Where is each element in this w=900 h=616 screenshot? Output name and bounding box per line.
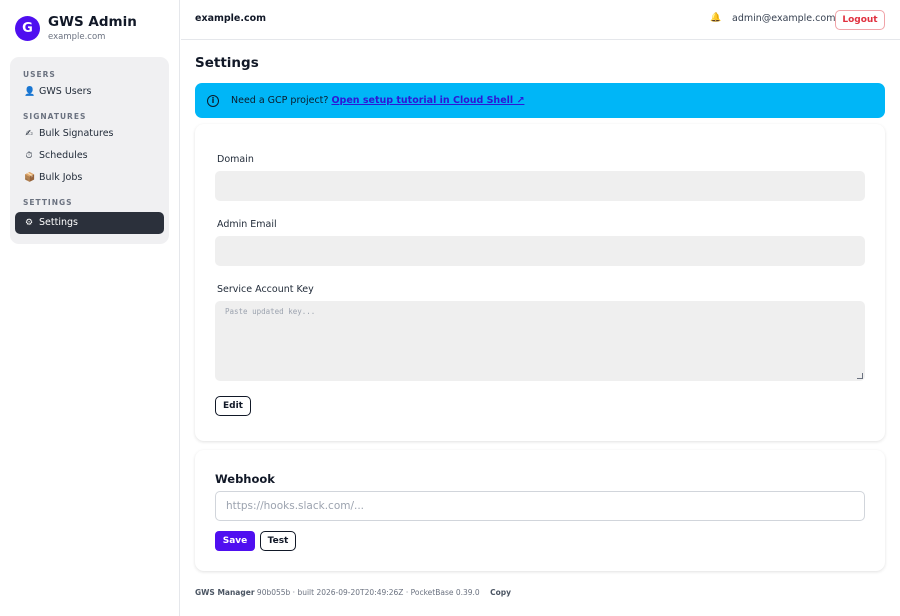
logout-button[interactable]: Logout xyxy=(835,10,885,30)
nav-section-users: USERS xyxy=(23,70,56,79)
sidebar-item-label: Schedules xyxy=(39,150,88,161)
webhook-url-input[interactable]: https://hooks.slack.com/... xyxy=(215,491,865,521)
sidebar-item-gws-users[interactable]: 👤 GWS Users xyxy=(15,81,164,103)
sidebar-item-schedules[interactable]: ⏱ Schedules xyxy=(15,145,164,167)
nav-section-signatures: SIGNATURES xyxy=(23,112,87,121)
page-title: Settings xyxy=(195,55,259,71)
domain-label: Domain xyxy=(217,154,254,165)
webhook-url-placeholder: https://hooks.slack.com/... xyxy=(226,500,365,512)
service-account-key-placeholder: Paste updated key... xyxy=(225,307,316,316)
copy-button[interactable]: Copy xyxy=(490,588,511,597)
service-account-key-label: Service Account Key xyxy=(217,284,314,295)
footer-app-name: GWS Manager xyxy=(195,588,255,597)
test-button[interactable]: Test xyxy=(260,531,296,551)
clock-icon: ⏱ xyxy=(25,151,33,161)
sidebar-item-label: Bulk Jobs xyxy=(39,172,83,183)
sidebar-item-bulk-jobs[interactable]: 📦 Bulk Jobs xyxy=(15,167,164,189)
signature-icon: ✍ xyxy=(25,129,33,139)
footer: GWS Manager 90b055b · built 2026-09-20T2… xyxy=(195,588,511,597)
info-icon: i xyxy=(207,94,219,107)
cloud-shell-tutorial-link[interactable]: Open setup tutorial in Cloud Shell ↗ xyxy=(331,95,524,106)
sidebar-nav: USERS 👤 GWS Users SIGNATURES ✍ Bulk Sign… xyxy=(10,57,169,244)
bell-icon[interactable]: 🔔 xyxy=(710,13,721,23)
nav-section-settings: SETTINGS xyxy=(23,198,73,207)
brand-subtitle: example.com xyxy=(48,32,106,42)
workspace-settings-card: Domain Admin Email Service Account Key P… xyxy=(195,124,885,441)
domain-field[interactable] xyxy=(215,171,865,201)
info-banner: i Need a GCP project? Open setup tutoria… xyxy=(195,83,885,118)
brand-title: GWS Admin xyxy=(48,14,137,30)
user-icon: 👤 xyxy=(24,87,36,97)
sidebar-item-label: Bulk Signatures xyxy=(39,128,114,139)
sidebar: G GWS Admin example.com USERS 👤 GWS User… xyxy=(0,0,180,616)
banner-text: Need a GCP project? xyxy=(231,95,329,106)
header-domain: example.com xyxy=(195,13,267,24)
top-bar: example.com 🔔 admin@example.com Logout xyxy=(181,0,900,40)
admin-email-field[interactable] xyxy=(215,236,865,266)
webhook-title: Webhook xyxy=(215,472,275,486)
save-button[interactable]: Save xyxy=(215,531,255,551)
resize-handle-icon[interactable] xyxy=(857,373,863,379)
sidebar-item-label: Settings xyxy=(39,217,78,228)
service-account-key-field[interactable]: Paste updated key... xyxy=(215,301,865,381)
user-email: admin@example.com xyxy=(732,13,836,24)
sidebar-item-settings[interactable]: ⚙ Settings xyxy=(15,212,164,234)
footer-build-info: 90b055b · built 2026-09-20T20:49:26Z · P… xyxy=(256,588,480,597)
edit-button[interactable]: Edit xyxy=(215,396,251,416)
brand: G GWS Admin example.com xyxy=(15,14,137,43)
jobs-icon: 📦 xyxy=(24,173,36,183)
webhook-card: Webhook https://hooks.slack.com/... Save… xyxy=(195,450,885,571)
admin-email-label: Admin Email xyxy=(217,219,277,230)
brand-logo: G xyxy=(15,16,40,41)
gear-icon: ⚙ xyxy=(24,218,34,228)
sidebar-item-label: GWS Users xyxy=(39,86,92,97)
sidebar-item-bulk-signatures[interactable]: ✍ Bulk Signatures xyxy=(15,123,164,145)
